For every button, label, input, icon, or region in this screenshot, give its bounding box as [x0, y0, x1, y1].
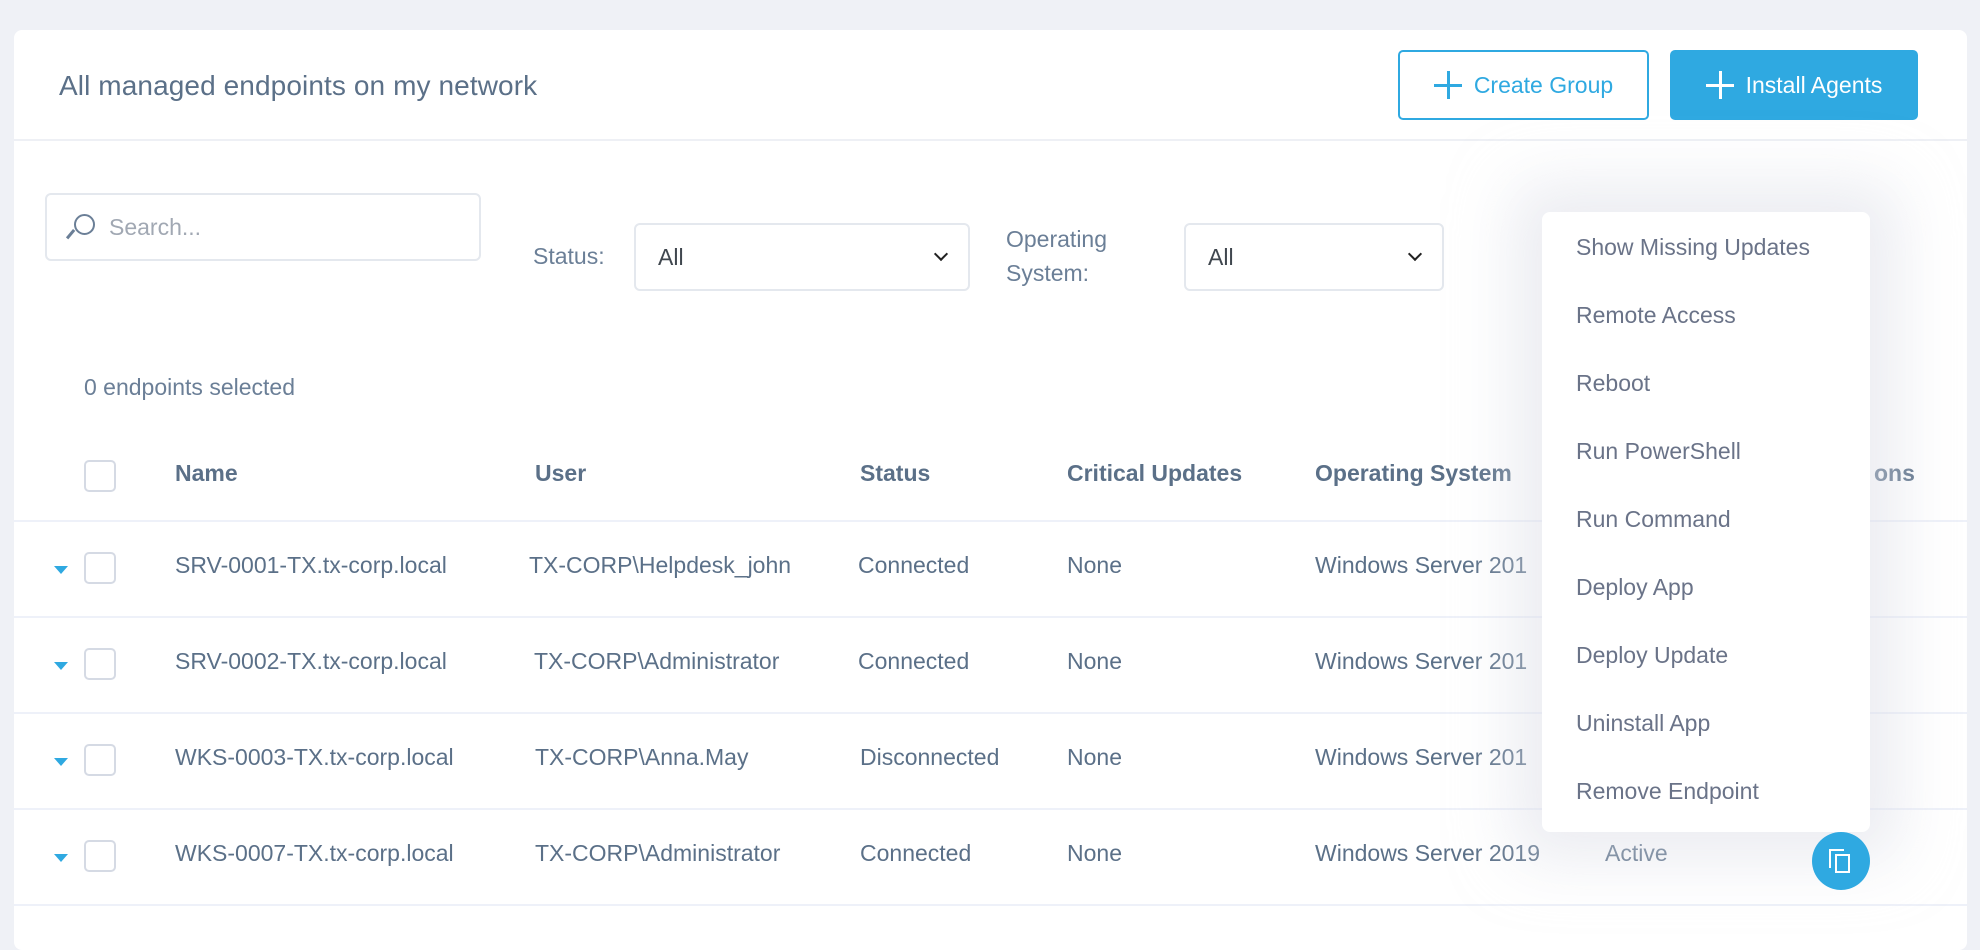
selected-count: 0 endpoints selected [84, 374, 295, 400]
cell-status: Disconnected [860, 744, 1000, 770]
chevron-down-icon [933, 246, 949, 262]
expand-row-icon[interactable] [54, 566, 68, 574]
os-filter-label-line2: System: [1006, 260, 1090, 286]
column-header-actions[interactable]: ons [1874, 460, 1915, 487]
search-box[interactable] [45, 193, 481, 261]
os-filter-label-line1: Operating [1006, 226, 1108, 252]
cell-os: Windows Server 201 [1315, 648, 1528, 674]
plus-icon [1705, 71, 1734, 99]
cell-name: WKS-0007-TX.tx-corp.local [175, 840, 454, 866]
search-input[interactable] [109, 213, 479, 241]
cell-os: Windows Server 201 [1315, 744, 1528, 770]
cell-status: Connected [860, 840, 972, 866]
menu-item-remove-endpoint[interactable]: Remove Endpoint [1542, 774, 1870, 842]
search-icon [69, 212, 97, 242]
expand-row-icon[interactable] [54, 662, 68, 670]
column-header-status[interactable]: Status [860, 460, 930, 487]
create-group-button[interactable]: Create Group [1398, 50, 1649, 120]
select-all-checkbox[interactable] [84, 460, 116, 492]
page-header: All managed endpoints on my network Crea… [14, 30, 1967, 141]
column-header-user[interactable]: User [535, 460, 586, 487]
cell-agent-status: Active [1605, 840, 1668, 866]
cell-os: Windows Server 2019 [1315, 840, 1540, 866]
column-header-operating-system[interactable]: Operating System [1315, 460, 1512, 487]
cell-status: Connected [858, 648, 970, 674]
cell-name: SRV-0001-TX.tx-corp.local [175, 552, 447, 578]
os-select[interactable]: All [1184, 223, 1444, 291]
status-filter-label: Status: [533, 243, 605, 269]
row-checkbox[interactable] [84, 552, 116, 584]
cell-user: TX-CORP\Administrator [534, 648, 780, 674]
chevron-down-icon [1407, 246, 1423, 262]
status-select-value: All [658, 243, 684, 270]
cell-critical-updates: None [1067, 648, 1122, 674]
cell-os: Windows Server 201 [1315, 552, 1528, 578]
plus-icon [1433, 71, 1462, 99]
copy-icon [1829, 849, 1853, 873]
cell-name: SRV-0002-TX.tx-corp.local [175, 648, 447, 674]
os-filter-label: Operating System: [1006, 222, 1107, 290]
menu-item-uninstall-app[interactable]: Uninstall App [1542, 706, 1870, 774]
column-header-critical-updates[interactable]: Critical Updates [1067, 460, 1242, 487]
menu-item-deploy-app[interactable]: Deploy App [1542, 570, 1870, 638]
row-actions-menu: Show Missing Updates Remote Access Reboo… [1542, 212, 1870, 832]
menu-item-run-powershell[interactable]: Run PowerShell [1542, 434, 1870, 502]
row-checkbox[interactable] [84, 648, 116, 680]
menu-item-reboot[interactable]: Reboot [1542, 366, 1870, 434]
menu-item-remote-access[interactable]: Remote Access [1542, 298, 1870, 366]
cell-user: TX-CORP\Administrator [535, 840, 781, 866]
page-title: All managed endpoints on my network [59, 70, 538, 101]
menu-item-show-missing-updates[interactable]: Show Missing Updates [1542, 230, 1870, 298]
cell-critical-updates: None [1067, 552, 1122, 578]
cell-critical-updates: None [1067, 744, 1122, 770]
column-header-name[interactable]: Name [175, 460, 238, 487]
row-checkbox[interactable] [84, 744, 116, 776]
create-group-label: Create Group [1473, 71, 1614, 98]
cell-user: TX-CORP\Anna.May [535, 744, 749, 770]
row-checkbox[interactable] [84, 840, 116, 872]
cell-name: WKS-0003-TX.tx-corp.local [175, 744, 454, 770]
install-agents-label: Install Agents [1745, 71, 1883, 98]
cell-status: Connected [858, 552, 970, 578]
menu-item-deploy-update[interactable]: Deploy Update [1542, 638, 1870, 706]
expand-row-icon[interactable] [54, 758, 68, 766]
cell-user: TX-CORP\Helpdesk_john [529, 552, 792, 578]
install-agents-button[interactable]: Install Agents [1670, 50, 1918, 120]
menu-item-run-command[interactable]: Run Command [1542, 502, 1870, 570]
os-select-value: All [1208, 243, 1234, 270]
row-actions-button[interactable] [1812, 832, 1870, 890]
cell-critical-updates: None [1067, 840, 1122, 866]
expand-row-icon[interactable] [54, 854, 68, 862]
status-select[interactable]: All [634, 223, 970, 291]
page-margin [1967, 0, 1980, 926]
